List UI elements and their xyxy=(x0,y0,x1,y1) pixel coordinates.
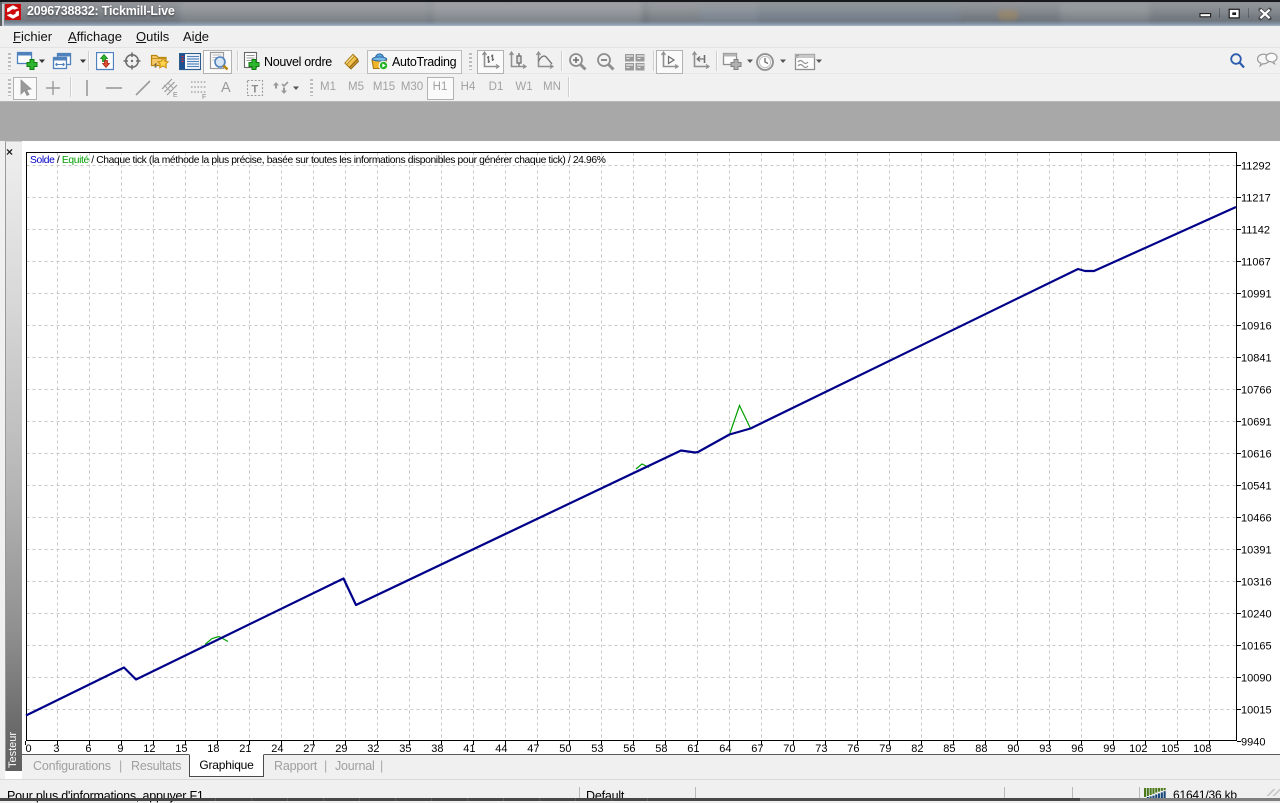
svg-text:10165: 10165 xyxy=(1241,641,1272,653)
svg-text:E: E xyxy=(173,92,178,99)
svg-text:10691: 10691 xyxy=(1241,417,1272,429)
svg-text:10991: 10991 xyxy=(1241,289,1272,301)
svg-text:Solde / Equité / Chaque tick (: Solde / Equité / Chaque tick (la méthode… xyxy=(30,155,606,166)
svg-text:11292: 11292 xyxy=(1241,161,1271,173)
svg-text:10841: 10841 xyxy=(1241,353,1272,365)
svg-text:10090: 10090 xyxy=(1241,673,1272,685)
svg-text:F: F xyxy=(202,94,206,99)
svg-text:11217: 11217 xyxy=(1241,193,1271,205)
svg-text:10015: 10015 xyxy=(1241,705,1272,717)
svg-text:10916: 10916 xyxy=(1241,321,1272,333)
svg-text:9940: 9940 xyxy=(1241,737,1265,749)
svg-text:10316: 10316 xyxy=(1241,577,1272,589)
svg-text:11067: 11067 xyxy=(1241,257,1271,269)
svg-text:10541: 10541 xyxy=(1241,481,1272,493)
svg-text:10391: 10391 xyxy=(1241,545,1272,557)
svg-text:10766: 10766 xyxy=(1241,385,1272,397)
svg-text:10466: 10466 xyxy=(1241,513,1272,525)
svg-text:10240: 10240 xyxy=(1241,609,1272,621)
svg-text:11142: 11142 xyxy=(1241,225,1270,237)
svg-text:10616: 10616 xyxy=(1241,449,1272,461)
svg-text:T: T xyxy=(252,84,259,96)
